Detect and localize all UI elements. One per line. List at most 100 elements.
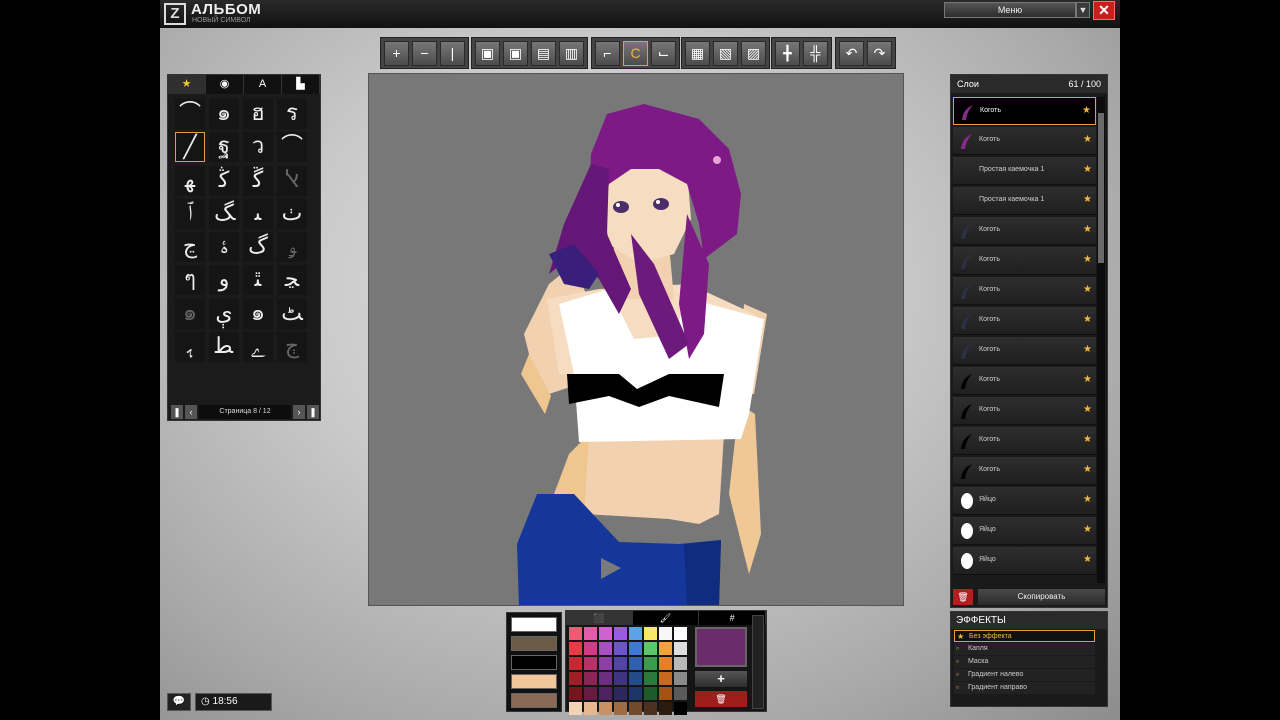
brush-swatch[interactable]: ๆ bbox=[175, 265, 205, 296]
brush-swatch[interactable]: ﮓ bbox=[209, 198, 239, 229]
brush-tab-icon[interactable]: 🖌 bbox=[632, 611, 700, 625]
star-icon[interactable]: ★ bbox=[1083, 524, 1092, 535]
brush-swatch[interactable]: ๑ bbox=[243, 298, 273, 329]
brush-swatch[interactable]: ﮨ bbox=[175, 332, 205, 363]
menu-button[interactable]: Меню bbox=[944, 2, 1076, 18]
layer-row[interactable]: Яйцо ★ bbox=[953, 487, 1096, 515]
undo-icon[interactable]: ↶ bbox=[839, 40, 864, 66]
palette-color[interactable] bbox=[569, 642, 582, 655]
palette-color[interactable] bbox=[569, 687, 582, 700]
flip-h-icon[interactable]: ▦ bbox=[685, 40, 710, 66]
palette-color[interactable] bbox=[674, 687, 687, 700]
star-icon[interactable]: ★ bbox=[1083, 254, 1092, 265]
palette-color[interactable] bbox=[569, 702, 582, 715]
favorites-tab-icon[interactable]: ★ bbox=[168, 75, 206, 94]
palette-color[interactable] bbox=[614, 657, 627, 670]
flip-v-icon[interactable]: ▧ bbox=[713, 40, 738, 66]
brush-swatch[interactable]: ﭏ bbox=[277, 165, 307, 196]
palette-color[interactable] bbox=[629, 702, 642, 715]
layer-row[interactable]: Коготь ★ bbox=[953, 277, 1096, 305]
brush-swatch[interactable]: ฐ bbox=[209, 132, 239, 163]
palette-color[interactable] bbox=[599, 657, 612, 670]
chevron-down-icon[interactable]: ▼ bbox=[1076, 2, 1090, 18]
brush-swatch[interactable]: ⌒ bbox=[277, 132, 307, 163]
layer-row[interactable]: Коготь ★ bbox=[953, 127, 1096, 155]
palette-color[interactable] bbox=[659, 657, 672, 670]
layer-row[interactable]: Коготь ★ bbox=[953, 247, 1096, 275]
palette-color[interactable] bbox=[614, 627, 627, 640]
layers-scroll-thumb[interactable] bbox=[1098, 113, 1104, 263]
recent-color-swatch[interactable] bbox=[511, 636, 557, 651]
mirror-icon[interactable]: ▨ bbox=[741, 40, 766, 66]
recent-color-swatch[interactable] bbox=[511, 674, 557, 689]
brush-swatch[interactable]: ๑ bbox=[175, 298, 205, 329]
palette-color[interactable] bbox=[599, 687, 612, 700]
brush-swatch[interactable]: ฮ bbox=[243, 99, 273, 129]
palette-color[interactable] bbox=[644, 672, 657, 685]
palette-color[interactable] bbox=[674, 702, 687, 715]
layers-scrollbar[interactable] bbox=[1097, 97, 1105, 583]
brush-swatch[interactable]: ﻬ bbox=[175, 165, 205, 196]
prev-page-icon[interactable]: ‹ bbox=[185, 405, 197, 419]
palette-color[interactable] bbox=[584, 642, 597, 655]
brush-swatch[interactable]: ﮮ bbox=[243, 332, 273, 363]
layer-down-icon[interactable]: ▥ bbox=[559, 40, 584, 66]
delete-layer-button[interactable]: 🗑 bbox=[953, 589, 973, 605]
star-icon[interactable]: ★ bbox=[1082, 105, 1091, 116]
curve-tool-icon[interactable]: ⌐ bbox=[595, 40, 620, 66]
star-icon[interactable]: ★ bbox=[1083, 134, 1092, 145]
palette-scrollbar[interactable] bbox=[752, 615, 764, 709]
last-page-icon[interactable]: ❚ bbox=[307, 405, 319, 419]
effect-item[interactable]: ▫ Градиент налево bbox=[954, 669, 1095, 681]
layer-up-icon[interactable]: ▤ bbox=[531, 40, 556, 66]
star-icon[interactable]: ★ bbox=[1083, 494, 1092, 505]
recent-color-swatch[interactable] bbox=[511, 655, 557, 670]
brush-swatch[interactable]: ﯡ bbox=[277, 232, 307, 263]
layer-row[interactable]: Коготь ★ bbox=[953, 97, 1096, 125]
palette-color[interactable] bbox=[659, 642, 672, 655]
move-h-icon[interactable]: ╋ bbox=[775, 40, 800, 66]
brush-swatch[interactable]: ว bbox=[243, 132, 273, 163]
close-button[interactable]: ✕ bbox=[1093, 1, 1115, 20]
palette-color[interactable] bbox=[614, 702, 627, 715]
recent-color-swatch[interactable] bbox=[511, 693, 557, 708]
star-icon[interactable]: ★ bbox=[1083, 314, 1092, 325]
brush-swatch[interactable]: ﯩ bbox=[243, 198, 273, 229]
star-icon[interactable]: ★ bbox=[1083, 224, 1092, 235]
chat-icon[interactable]: 💬 bbox=[167, 693, 191, 711]
brush-swatch[interactable]: ร bbox=[277, 99, 307, 129]
brush-swatch[interactable]: ﭥ bbox=[243, 265, 273, 296]
palette-color[interactable] bbox=[629, 627, 642, 640]
add-color-button[interactable]: + bbox=[695, 671, 747, 687]
palette-color[interactable] bbox=[584, 657, 597, 670]
star-icon[interactable]: ★ bbox=[1083, 404, 1092, 415]
palette-color[interactable] bbox=[584, 672, 597, 685]
palette-color[interactable] bbox=[659, 627, 672, 640]
current-color-swatch[interactable] bbox=[695, 627, 747, 667]
palette-color[interactable] bbox=[614, 642, 627, 655]
effect-item[interactable]: ▫ Градиент направо bbox=[954, 682, 1095, 694]
layer-row[interactable]: Коготь ★ bbox=[953, 307, 1096, 335]
layer-back-icon[interactable]: ▣ bbox=[503, 40, 528, 66]
palette-color[interactable] bbox=[644, 627, 657, 640]
brush-swatch[interactable]: ﯕ bbox=[209, 165, 239, 196]
layer-row[interactable]: Коготь ★ bbox=[953, 217, 1096, 245]
palette-color[interactable] bbox=[629, 657, 642, 670]
zoom-out-icon[interactable]: − bbox=[412, 40, 437, 66]
palette-color[interactable] bbox=[644, 642, 657, 655]
palette-color[interactable] bbox=[569, 672, 582, 685]
layer-row[interactable]: Яйцо ★ bbox=[953, 517, 1096, 545]
star-icon[interactable]: ★ bbox=[1083, 194, 1092, 205]
palette-color[interactable] bbox=[659, 672, 672, 685]
recent-color-swatch[interactable] bbox=[511, 617, 557, 632]
brush-swatch[interactable]: ╱ bbox=[175, 132, 205, 163]
layer-row[interactable]: Коготь ★ bbox=[953, 337, 1096, 365]
swatches-tab-icon[interactable]: ⬛ bbox=[566, 611, 633, 625]
palette-color[interactable] bbox=[629, 672, 642, 685]
effect-item[interactable]: ★ Без эффекта bbox=[954, 630, 1095, 642]
palette-color[interactable] bbox=[659, 702, 672, 715]
brush-swatch[interactable]: ﭧ bbox=[277, 298, 307, 329]
palette-color[interactable] bbox=[614, 687, 627, 700]
layer-row[interactable]: Коготь ★ bbox=[953, 397, 1096, 425]
palette-color[interactable] bbox=[674, 642, 687, 655]
